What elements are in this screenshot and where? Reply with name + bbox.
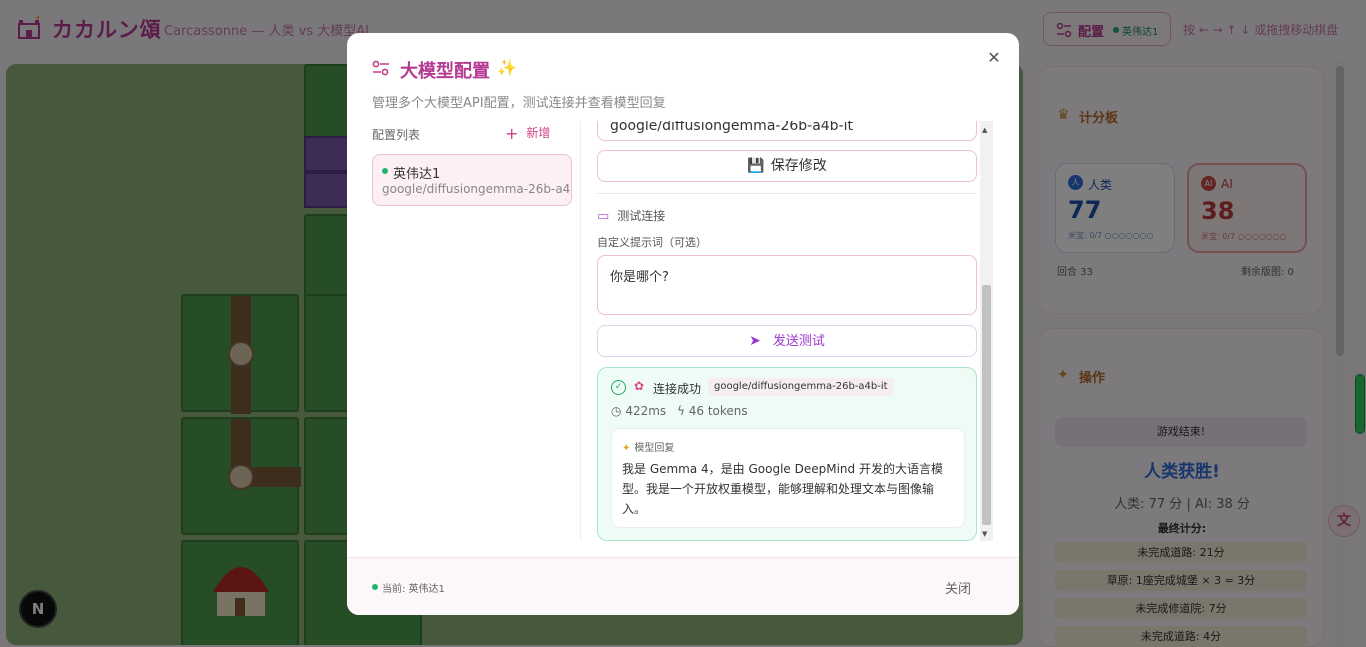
- config-detail-pane[interactable]: google/diffusiongemma-26b-a4b-it 💾 保存修改 ▭…: [581, 121, 993, 541]
- check-circle-icon: ✓: [611, 380, 626, 395]
- latency-value: ◷ 422ms: [611, 404, 666, 418]
- plus-icon: +: [505, 124, 519, 143]
- modal-title: 大模型配置: [400, 61, 490, 82]
- floppy-disk-icon: 💾: [747, 158, 765, 174]
- llm-config-modal: 大模型配置 ✨ 管理多个大模型API配置，测试连接并查看模型回复 ✕ 配置列表 …: [347, 33, 1019, 615]
- pane-scrollbar[interactable]: ▲ ▼: [980, 121, 993, 541]
- settings-sliders-icon: [372, 60, 389, 76]
- bolt-icon: ϟ: [677, 404, 685, 418]
- result-model-badge: google/diffusiongemma-26b-a4b-it: [708, 378, 894, 396]
- sparkle-icon: ✦: [622, 443, 631, 454]
- close-icon[interactable]: ✕: [983, 47, 1005, 69]
- save-label: 保存修改: [770, 158, 827, 174]
- active-status-dot: [382, 168, 388, 174]
- reply-text: 我是 Gemma 4，是由 Google DeepMind 开发的大语言模型。我…: [622, 462, 943, 516]
- config-list-item[interactable]: 英伟达1 google/diffusiongemma-26b-a4b-it: [372, 154, 572, 206]
- latency-text: 422ms: [625, 404, 667, 418]
- token-count: ϟ 46 tokens: [677, 404, 748, 418]
- scroll-up-icon[interactable]: ▲: [982, 126, 987, 134]
- model-name-input[interactable]: google/diffusiongemma-26b-a4b-it: [597, 121, 977, 141]
- config-item-model: google/diffusiongemma-26b-a4b-it: [382, 182, 572, 196]
- prompt-textarea[interactable]: 你是哪个?: [597, 255, 977, 315]
- model-reply-card: ✦ 模型回复 我是 Gemma 4，是由 Google DeepMind 开发的大…: [611, 428, 965, 528]
- config-item-name: 英伟达1: [393, 167, 441, 182]
- test-header-label: 测试连接: [617, 209, 666, 223]
- flower-icon: ✿: [634, 379, 645, 393]
- tokens-text: 46 tokens: [688, 404, 748, 418]
- current-config: 当前: 英伟达1: [382, 584, 445, 595]
- section-divider: [597, 193, 977, 194]
- send-icon: ➤: [749, 333, 761, 349]
- modal-footer: 当前: 英伟达1 关闭: [347, 557, 1019, 615]
- add-config-label: 新增: [526, 126, 551, 140]
- sparkle-icon: ✨: [497, 58, 517, 77]
- test-result-card: ✓ ✿ 连接成功 google/diffusiongemma-26b-a4b-i…: [597, 367, 977, 541]
- clock-icon: ◷: [611, 404, 622, 418]
- modal-description: 管理多个大模型API配置，测试连接并查看模型回复: [372, 96, 666, 111]
- scroll-down-icon[interactable]: ▼: [982, 530, 987, 538]
- config-list-header: 配置列表: [372, 128, 421, 142]
- prompt-label: 自定义提示词（可选）: [597, 236, 707, 249]
- active-status-dot: [372, 584, 378, 590]
- chat-bubble-icon: ▭: [597, 209, 610, 224]
- close-button[interactable]: 关闭: [945, 578, 971, 597]
- add-config-button[interactable]: + 新增: [505, 124, 550, 143]
- test-section-header: ▭ 测试连接: [597, 207, 665, 224]
- reply-header: ✦ 模型回复: [622, 439, 674, 454]
- connection-status: 连接成功: [653, 382, 702, 396]
- send-test-button[interactable]: ➤ 发送测试: [597, 325, 977, 357]
- save-button[interactable]: 💾 保存修改: [597, 150, 977, 182]
- reply-header-label: 模型回复: [634, 443, 675, 454]
- pane-scrollbar-thumb[interactable]: [982, 285, 991, 525]
- send-label: 发送测试: [772, 334, 825, 349]
